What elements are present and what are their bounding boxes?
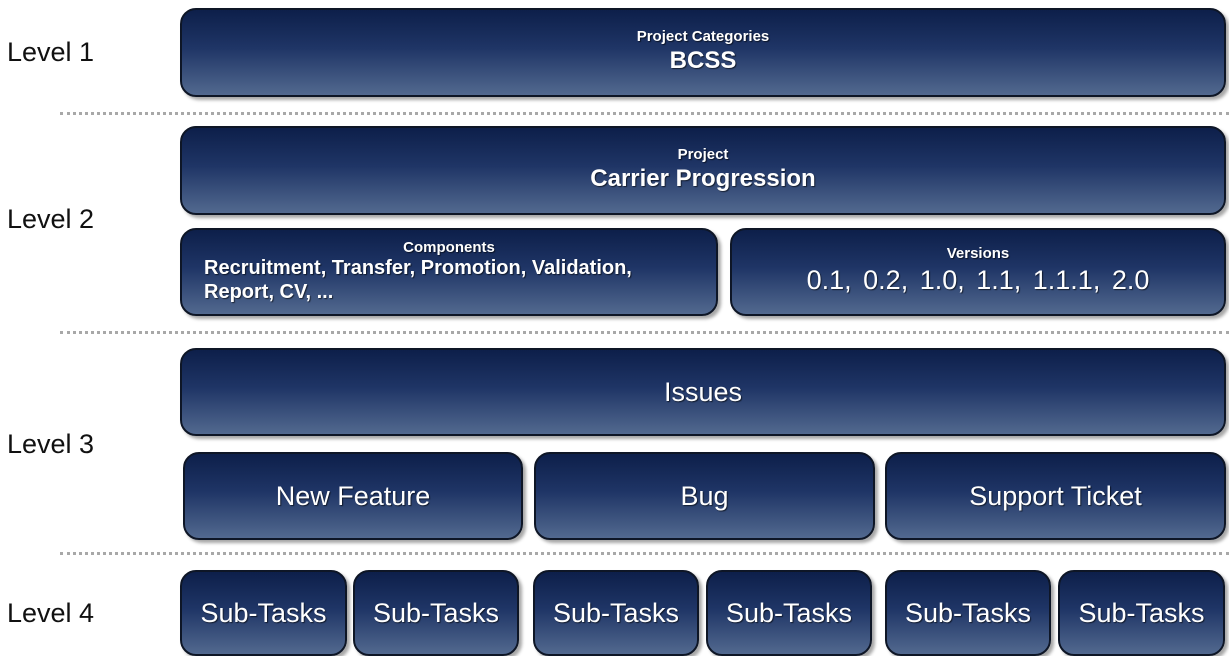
- subtask-box-6: Sub-Tasks: [1058, 570, 1225, 656]
- project-category-name: BCSS: [669, 47, 737, 75]
- components-label: Components: [403, 238, 495, 256]
- issue-type-label: Support Ticket: [969, 480, 1142, 511]
- project-label: Project: [677, 145, 729, 163]
- subtask-box-4: Sub-Tasks: [706, 570, 872, 656]
- issue-type-new-feature: New Feature: [183, 452, 523, 540]
- issue-type-label: Bug: [680, 480, 729, 511]
- level-1-label: Level 1: [7, 37, 95, 67]
- project-box: Project Carrier Progression: [180, 126, 1226, 215]
- issues-label: Issues: [663, 376, 743, 407]
- subtask-label: Sub-Tasks: [1078, 597, 1205, 628]
- versions-box: Versions 0.1, 0.2, 1.0, 1.1, 1.1.1, 2.0: [730, 228, 1226, 316]
- level-divider-3: [60, 552, 1229, 555]
- level-4-label: Level 4: [7, 598, 95, 628]
- project-categories-label: Project Categories: [636, 27, 770, 45]
- subtask-label: Sub-Tasks: [904, 597, 1032, 628]
- issues-box: Issues: [180, 348, 1226, 436]
- issue-type-bug: Bug: [534, 452, 875, 540]
- subtask-box-3: Sub-Tasks: [533, 570, 699, 656]
- subtask-label: Sub-Tasks: [200, 597, 327, 628]
- level-divider-2: [60, 331, 1229, 334]
- components-list: Recruitment, Transfer, Promotion, Valida…: [204, 257, 632, 304]
- subtask-box-1: Sub-Tasks: [180, 570, 347, 656]
- level-divider-1: [60, 112, 1229, 115]
- project-name: Carrier Progression: [590, 165, 816, 193]
- subtask-box-5: Sub-Tasks: [885, 570, 1051, 656]
- components-box: Components Recruitment, Transfer, Promot…: [180, 228, 718, 316]
- subtask-box-2: Sub-Tasks: [353, 570, 519, 656]
- issue-type-label: New Feature: [275, 480, 431, 511]
- subtask-label: Sub-Tasks: [372, 597, 500, 628]
- project-categories-box: Project Categories BCSS: [180, 8, 1226, 97]
- subtask-label: Sub-Tasks: [725, 597, 853, 628]
- level-2-label: Level 2: [7, 204, 95, 234]
- issue-type-support-ticket: Support Ticket: [885, 452, 1226, 540]
- versions-list: 0.1, 0.2, 1.0, 1.1, 1.1.1, 2.0: [806, 264, 1150, 295]
- versions-label: Versions: [946, 245, 1010, 263]
- subtask-label: Sub-Tasks: [552, 597, 680, 628]
- level-3-label: Level 3: [7, 429, 95, 459]
